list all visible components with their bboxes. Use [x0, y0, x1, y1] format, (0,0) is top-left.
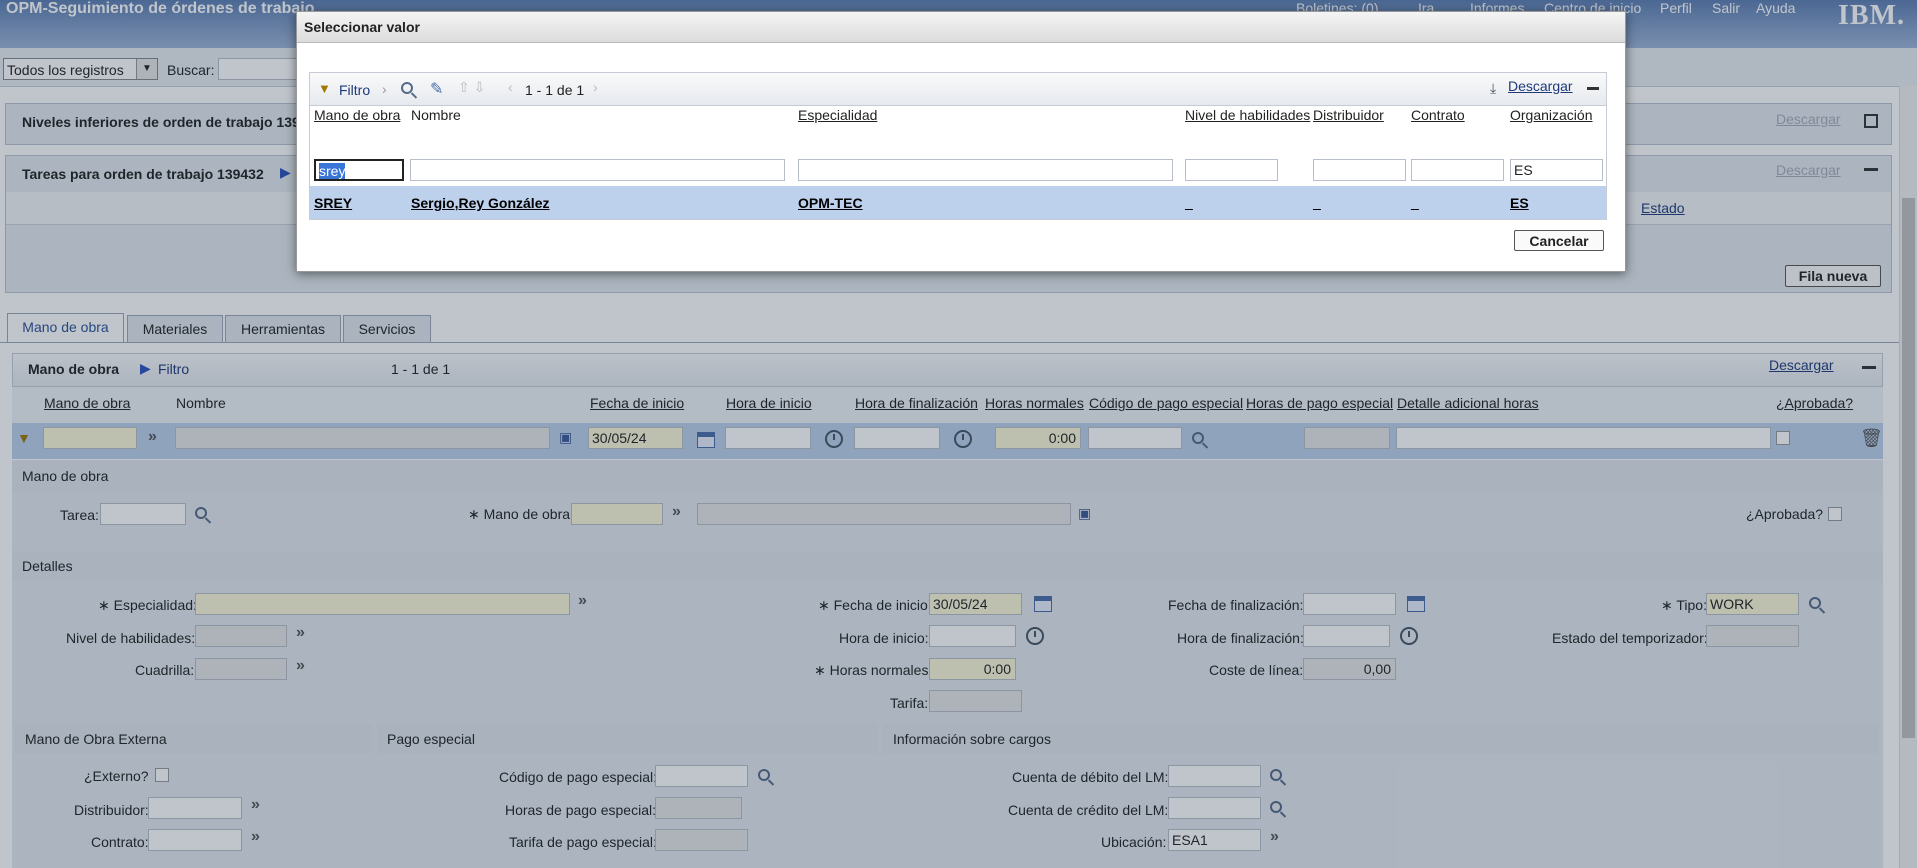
dlg-col-especialidad[interactable]: Especialidad	[798, 107, 877, 123]
dlg-result-org[interactable]: ES	[1510, 195, 1529, 211]
prev-icon: ⇧ ⇩	[458, 79, 486, 95]
dlg-col-contrato[interactable]: Contrato	[1411, 107, 1465, 123]
dlg-result-contrato[interactable]: _	[1411, 195, 1419, 211]
dlg-filter-distribuidor-input[interactable]	[1313, 159, 1406, 181]
cancel-button[interactable]: Cancelar	[1514, 230, 1604, 251]
download-icon[interactable]: ⤓	[1490, 80, 1496, 97]
dlg-col-mano[interactable]: Mano de obra	[314, 107, 400, 123]
dlg-filter-org-input[interactable]: ES	[1510, 159, 1603, 181]
chevron-right-icon: ›	[382, 81, 387, 97]
dlg-filter-especialidad-input[interactable]	[798, 159, 1173, 181]
dialog-filter-button[interactable]: Filtro	[339, 82, 370, 98]
dlg-filter-nivel-input[interactable]	[1185, 159, 1278, 181]
dlg-result-especialidad[interactable]: OPM-TEC	[798, 195, 863, 211]
dlg-result-mano[interactable]: SREY	[314, 195, 352, 211]
dlg-col-nivel[interactable]: Nivel de habilidades	[1185, 107, 1310, 123]
dlg-result-nivel[interactable]: _	[1185, 195, 1193, 211]
next-page-icon: ›	[593, 79, 598, 95]
dlg-filter-mano-input[interactable]: srey	[314, 159, 404, 181]
dialog-minimize-icon[interactable]	[1587, 87, 1599, 90]
dialog-header: Seleccionar valor	[297, 12, 1625, 43]
dlg-filter-contrato-input[interactable]	[1411, 159, 1504, 181]
dlg-filter-nombre-input[interactable]	[410, 159, 785, 181]
first-page-icon: ‹	[508, 79, 513, 95]
dlg-result-distribuidor[interactable]: _	[1313, 195, 1321, 211]
dialog-search-icon[interactable]	[401, 82, 413, 94]
clear-filter-icon[interactable]: ✎	[430, 79, 443, 99]
dlg-col-distribuidor[interactable]: Distribuidor	[1313, 107, 1384, 123]
dlg-filter-mano-value: srey	[319, 163, 346, 179]
dialog-table-toolbar: ▼ Filtro › ✎ ⇧ ⇩ ‹ 1 - 1 de 1 › ⤓ Descar…	[310, 73, 1606, 106]
select-value-dialog: Seleccionar valor ▼ Filtro › ✎ ⇧ ⇩ ‹ 1 -…	[296, 11, 1626, 272]
dialog-table: ▼ Filtro › ✎ ⇧ ⇩ ‹ 1 - 1 de 1 › ⤓ Descar…	[309, 72, 1607, 220]
dialog-title: Seleccionar valor	[304, 19, 420, 35]
dialog-paging: 1 - 1 de 1	[525, 82, 585, 98]
dialog-download-link[interactable]: Descargar	[1508, 78, 1573, 94]
filter-icon[interactable]: ▼	[318, 81, 331, 96]
dlg-result-nombre[interactable]: Sergio,Rey González	[411, 195, 549, 211]
dlg-col-organizacion[interactable]: Organización	[1510, 107, 1593, 123]
dlg-col-nombre[interactable]: Nombre	[411, 107, 461, 123]
